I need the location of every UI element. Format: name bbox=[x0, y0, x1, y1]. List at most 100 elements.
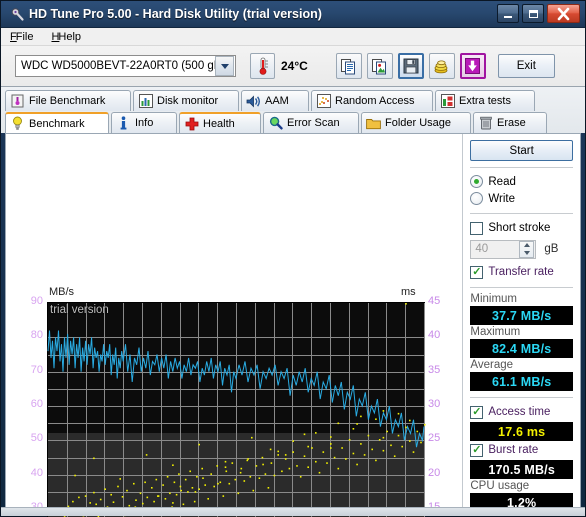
divider bbox=[470, 397, 573, 398]
checkbox-access-time[interactable]: ✓ Access time bbox=[470, 403, 573, 421]
benchmark-chart: MB/s ms gB trial version 102030405060708… bbox=[6, 134, 462, 517]
checkbox-burst-rate-box: ✓ bbox=[470, 443, 484, 457]
maximize-button[interactable] bbox=[522, 4, 544, 23]
exit-button-label: Exit bbox=[516, 60, 536, 72]
window-title: HD Tune Pro 5.00 - Hard Disk Utility (tr… bbox=[29, 7, 322, 21]
minimize-button[interactable] bbox=[497, 4, 519, 23]
y-axis-tick-label: 80 bbox=[30, 329, 43, 342]
tab-erase-label: Erase bbox=[497, 117, 526, 129]
divider bbox=[470, 287, 573, 288]
menu-item-file-label: File bbox=[15, 30, 34, 43]
menu-bar: FFile HHelp bbox=[1, 28, 585, 46]
y-axis-tick-label: 40 bbox=[30, 466, 43, 479]
tab-disk-monitor[interactable]: Disk monitor bbox=[133, 90, 239, 111]
average-label: Average bbox=[470, 359, 514, 371]
checkbox-transfer-rate-label: Transfer rate bbox=[488, 266, 554, 278]
tab-random-access[interactable]: Random Access bbox=[311, 90, 433, 111]
tab-file-benchmark-label: File Benchmark bbox=[29, 95, 106, 107]
checkbox-burst-rate[interactable]: ✓ Burst rate bbox=[470, 441, 573, 459]
checkbox-transfer-rate[interactable]: ✓ Transfer rate bbox=[470, 263, 573, 281]
speaker-icon bbox=[246, 94, 261, 109]
maximum-value-box: 82.4 MB/s bbox=[470, 339, 573, 358]
radio-write-label: Write bbox=[488, 192, 515, 205]
y2-axis-tick-label: 45 bbox=[428, 295, 441, 307]
checkbox-short-stroke[interactable]: Short stroke bbox=[470, 219, 573, 237]
short-stroke-size-row: 40 gB bbox=[470, 239, 573, 259]
magnifier-icon bbox=[268, 116, 283, 131]
radio-write[interactable]: Write bbox=[470, 190, 573, 207]
maximum-label: Maximum bbox=[470, 326, 521, 338]
chevron-down-icon[interactable] bbox=[215, 56, 234, 76]
checkbox-transfer-rate-box: ✓ bbox=[470, 265, 484, 279]
buy-button[interactable] bbox=[428, 53, 455, 79]
drive-select-value: WDC WD5000BEVT-22A0RT0 (500 gB) bbox=[21, 60, 215, 72]
coins-icon bbox=[434, 60, 448, 73]
radio-write-indicator bbox=[470, 192, 484, 205]
tab-error-scan[interactable]: Error Scan bbox=[263, 112, 359, 133]
minimum-value-box: 37.7 MB/s bbox=[470, 306, 573, 325]
access-time-value-box: 17.6 ms bbox=[470, 422, 573, 441]
minimum-label: Minimum bbox=[470, 293, 518, 305]
menu-item-help[interactable]: HHelp bbox=[48, 30, 84, 44]
title-bar: HD Tune Pro 5.00 - Hard Disk Utility (tr… bbox=[1, 1, 585, 28]
status-bar bbox=[1, 507, 585, 516]
y2-axis-tick-label: 30 bbox=[428, 398, 441, 410]
trash-icon bbox=[478, 116, 493, 131]
burst-rate-value: 170.5 MB/s bbox=[488, 462, 555, 477]
tab-aam-label: AAM bbox=[265, 95, 289, 107]
down-arrow-icon bbox=[465, 58, 481, 74]
checkbox-access-time-label: Access time bbox=[488, 406, 551, 418]
burst-rate-value-box: 170.5 MB/s bbox=[470, 460, 573, 479]
copy-image-icon bbox=[372, 58, 387, 74]
maximum-value: 82.4 MB/s bbox=[491, 341, 552, 356]
tab-folder-usage[interactable]: Folder Usage bbox=[361, 112, 471, 133]
folder-icon bbox=[366, 116, 381, 131]
temperature-readout: 24°C bbox=[281, 59, 308, 73]
radio-read-indicator bbox=[470, 175, 484, 188]
y2-axis-tick-label: 35 bbox=[428, 363, 441, 376]
y2-axis-unit-label: ms bbox=[401, 286, 416, 298]
grid-line-vertical bbox=[424, 303, 425, 517]
tab-row-1: File Benchmark Disk monitor AAM Random A… bbox=[5, 90, 581, 111]
tab-extra-tests[interactable]: Extra tests bbox=[435, 90, 535, 111]
start-button-label: Start bbox=[509, 144, 534, 157]
tab-file-benchmark[interactable]: File Benchmark bbox=[5, 90, 131, 111]
copy-document-icon bbox=[341, 58, 356, 74]
tab-row-2: Benchmark Info Health Error Scan Folder … bbox=[5, 112, 581, 133]
tab-disk-monitor-label: Disk monitor bbox=[157, 95, 219, 107]
radio-read[interactable]: Read bbox=[470, 173, 573, 190]
menu-item-help-label: Help bbox=[58, 30, 82, 43]
y-axis-tick-label: 60 bbox=[30, 398, 43, 410]
close-button[interactable] bbox=[547, 4, 580, 23]
exit-button[interactable]: Exit bbox=[497, 54, 555, 78]
tab-erase[interactable]: Erase bbox=[473, 112, 547, 133]
copy-image-button[interactable] bbox=[366, 53, 393, 79]
access-time-value: 17.6 ms bbox=[498, 424, 546, 439]
benchmark-panel: MB/s ms gB trial version 102030405060708… bbox=[5, 133, 581, 517]
save-button[interactable] bbox=[397, 53, 424, 79]
tab-benchmark[interactable]: Benchmark bbox=[5, 112, 109, 133]
menu-item-file[interactable]: FFile bbox=[7, 30, 36, 44]
tab-info[interactable]: Info bbox=[111, 112, 177, 133]
average-value: 61.1 MB/s bbox=[491, 374, 552, 389]
spinner-buttons[interactable] bbox=[519, 240, 535, 258]
average-value-box: 61.1 MB/s bbox=[470, 372, 573, 391]
tab-health[interactable]: Health bbox=[179, 112, 261, 133]
y2-axis-tick-label: 20 bbox=[428, 466, 441, 479]
controls-panel: Start Read Write Short stroke 40 gB ✓ Tr… bbox=[462, 134, 580, 512]
hdtune-icon bbox=[7, 5, 27, 23]
divider bbox=[470, 167, 573, 168]
scatter-icon bbox=[316, 94, 331, 109]
start-button[interactable]: Start bbox=[470, 140, 573, 161]
short-stroke-input[interactable]: 40 bbox=[470, 239, 537, 259]
access-time-points bbox=[57, 303, 426, 517]
trial-watermark: trial version bbox=[50, 304, 109, 316]
drive-select[interactable]: WDC WD5000BEVT-22A0RT0 (500 gB) bbox=[15, 55, 236, 77]
checkbox-access-time-box: ✓ bbox=[470, 405, 484, 419]
copy-text-button[interactable] bbox=[335, 53, 362, 79]
tab-aam[interactable]: AAM bbox=[241, 90, 309, 111]
y-axis-unit-label: MB/s bbox=[49, 286, 75, 298]
tab-error-scan-label: Error Scan bbox=[287, 117, 340, 129]
toolbar-buttons bbox=[335, 53, 486, 79]
download-button[interactable] bbox=[459, 53, 486, 79]
